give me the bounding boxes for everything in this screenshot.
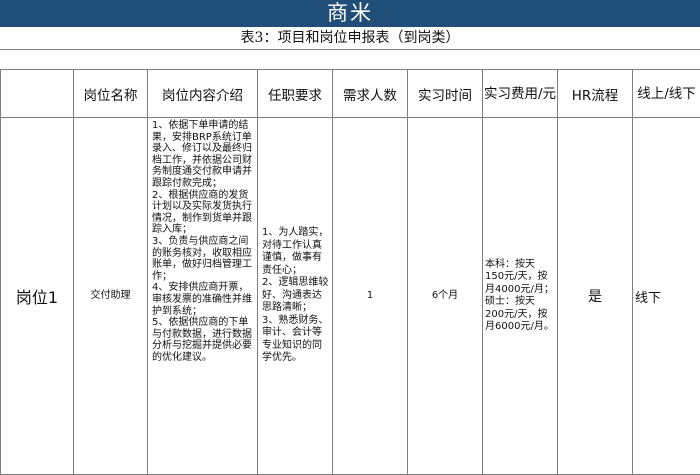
header-internship-fee: 实习费用/元 <box>482 69 558 118</box>
header-position-description: 岗位内容介绍 <box>147 69 258 118</box>
header-hr-process: HR流程 <box>557 69 633 118</box>
spacer-row <box>0 49 700 70</box>
company-banner: 商米 <box>0 0 700 27</box>
row-label: 岗位1 <box>0 117 74 475</box>
header-requirements: 任职要求 <box>257 69 333 118</box>
table-row: 岗位1 交付助理 1、依据下单申请的结果，安排BRP系统订单录入、修订以及最终归… <box>0 117 700 475</box>
header-internship-duration: 实习时间 <box>407 69 483 118</box>
spreadsheet-sheet: 商米 表3：项目和岗位申报表（到岗类） 岗位名称 岗位内容介绍 任职要求 需求人… <box>0 0 700 475</box>
table-title: 表3：项目和岗位申报表（到岗类） <box>240 30 460 46</box>
requirements-text: 1、为人踏实，对待工作认真谨慎，做事有责任心； 2、逻辑思维较好、沟通表达思路清… <box>262 227 329 364</box>
header-blank <box>0 69 74 118</box>
duties-text: 1、依据下单申请的结果，安排BRP系统订单录入、修订以及最终归档工作，并依据公司… <box>152 120 252 363</box>
position-name-cell: 交付助理 <box>73 117 148 475</box>
fee-text: 本科：按天150元/天，按月4000元/月； 硕士：按天200元/天，按月600… <box>485 258 554 333</box>
mode-cell: 线下 <box>632 117 700 475</box>
fee-cell: 本科：按天150元/天，按月4000元/月； 硕士：按天200元/天，按月600… <box>482 117 558 475</box>
application-table: 岗位名称 岗位内容介绍 任职要求 需求人数 实习时间 实习费用/元 HR流程 线… <box>0 69 700 475</box>
headcount-cell: 1 <box>332 117 408 475</box>
header-headcount: 需求人数 <box>332 69 408 118</box>
header-position-name: 岗位名称 <box>73 69 148 118</box>
duties-cell: 1、依据下单申请的结果，安排BRP系统订单录入、修订以及最终归档工作，并依据公司… <box>147 117 258 475</box>
duration-cell: 6个月 <box>407 117 483 475</box>
hr-process-cell: 是 <box>557 117 633 475</box>
header-row: 岗位名称 岗位内容介绍 任职要求 需求人数 实习时间 实习费用/元 HR流程 线… <box>0 69 700 118</box>
header-online-offline: 线上/线下 <box>632 69 700 118</box>
requirements-cell: 1、为人踏实，对待工作认真谨慎，做事有责任心； 2、逻辑思维较好、沟通表达思路清… <box>257 117 333 475</box>
